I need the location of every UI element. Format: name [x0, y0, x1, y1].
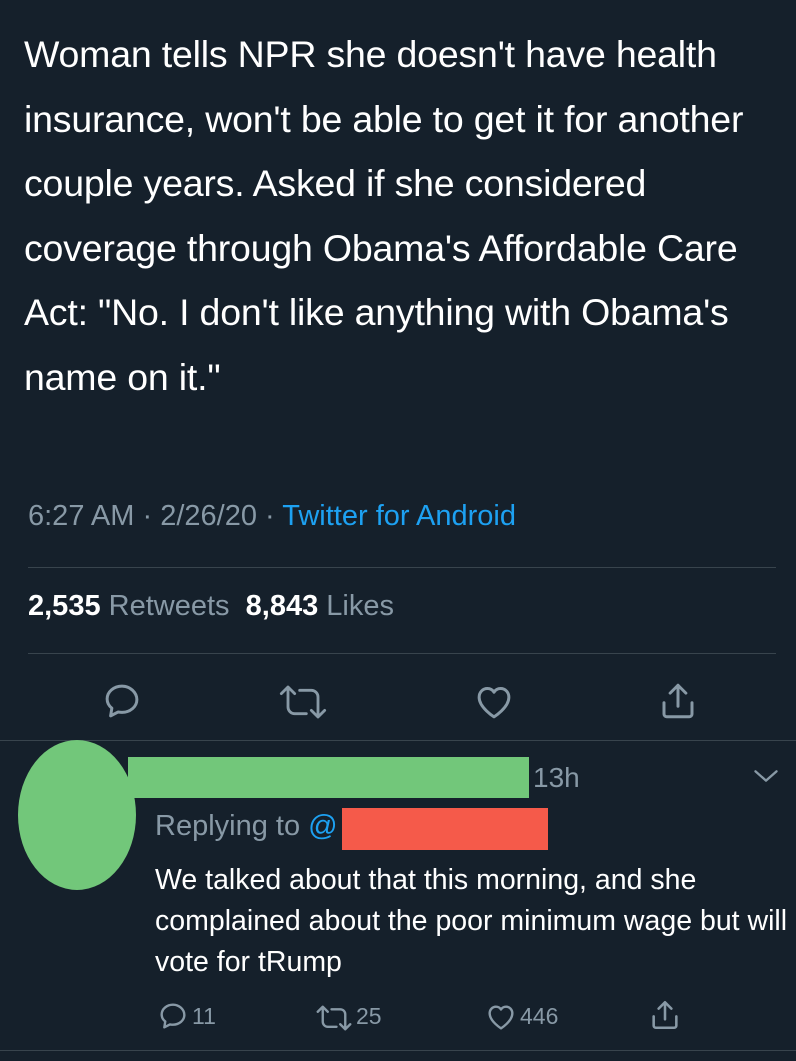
reply-icon[interactable]: [101, 680, 143, 722]
meta-separator: ·: [265, 500, 275, 532]
chevron-down-icon[interactable]: [752, 766, 780, 786]
retweet-count: 25: [356, 1003, 382, 1029]
avatar-redacted[interactable]: [18, 740, 136, 890]
meta-separator: ·: [142, 500, 153, 532]
reply-count: 11: [192, 1003, 216, 1029]
tweet-source-link[interactable]: Twitter for Android: [282, 500, 516, 532]
retweet-icon[interactable]: [314, 1003, 354, 1033]
reply-time: 13h: [533, 762, 580, 793]
tweet-meta: 6:27 AM · 2/26/20 · Twitter for Android: [28, 500, 516, 533]
redacted-username: [128, 757, 529, 798]
divider: [28, 567, 776, 568]
replying-label: Replying to: [155, 810, 301, 842]
tweet-stats: 2,535 Retweets 8,843 Likes: [28, 590, 394, 623]
likes-count: 8,843: [245, 590, 319, 622]
replying-to: Replying to @: [155, 810, 338, 843]
reply-icon[interactable]: [157, 1000, 189, 1032]
divider: [28, 653, 776, 654]
retweets-count: 2,535: [28, 590, 101, 622]
likes-label: Likes: [326, 590, 394, 622]
tweet-date: 2/26/20: [160, 500, 257, 532]
likes-stat[interactable]: 8,843 Likes: [246, 590, 394, 622]
divider: [0, 1050, 796, 1051]
tweet-actions: [0, 676, 796, 726]
tweet-time: 6:27 AM: [28, 500, 135, 532]
like-count: 446: [520, 1003, 559, 1029]
share-icon[interactable]: [648, 997, 682, 1033]
divider: [0, 740, 796, 741]
redacted-handle: [342, 808, 548, 850]
retweets-label: Retweets: [108, 590, 230, 622]
like-icon[interactable]: [484, 1001, 518, 1033]
like-icon[interactable]: [472, 681, 516, 723]
replying-handle-at[interactable]: @: [308, 810, 337, 842]
reply-text: We talked about that this morning, and s…: [155, 864, 788, 978]
retweet-icon[interactable]: [278, 682, 328, 722]
share-icon[interactable]: [657, 679, 699, 723]
retweets-stat[interactable]: 2,535 Retweets: [28, 590, 230, 622]
tweet-text: Woman tells NPR she doesn't have health …: [24, 33, 744, 398]
